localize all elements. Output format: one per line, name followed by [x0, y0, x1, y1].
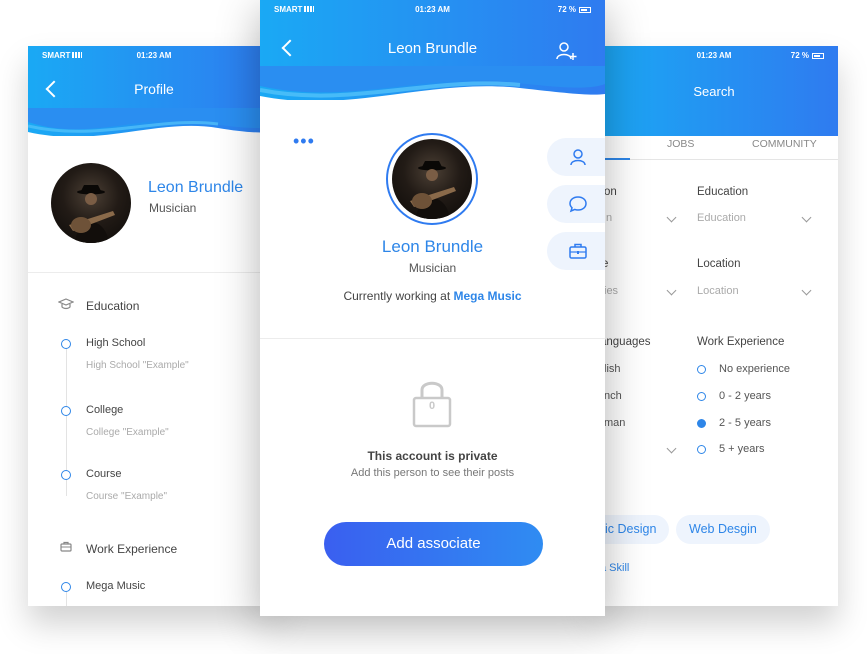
work-title: Work Experience	[86, 542, 178, 556]
radio-label: 2 - 5 years	[719, 417, 771, 429]
lock-number: 0	[428, 400, 436, 412]
chevron-down-icon[interactable]	[666, 212, 677, 223]
private-subtitle: Add this person to see their posts	[350, 467, 515, 479]
avatar-image	[392, 139, 472, 219]
education-item-subtitle: College "Example"	[86, 427, 169, 438]
skill-chip[interactable]: Web Desgin	[676, 515, 770, 544]
divider	[260, 338, 605, 339]
work-timeline	[66, 591, 67, 606]
tab-bar: JOBS COMMUNITY	[590, 124, 838, 160]
private-title: This account is private	[367, 449, 498, 463]
chevron-down-icon[interactable]	[666, 443, 677, 454]
page-title: Search	[693, 84, 735, 99]
tab-community[interactable]: COMMUNITY	[752, 138, 817, 150]
field-value-partial: n	[606, 212, 613, 224]
side-tab-profile[interactable]	[547, 138, 605, 176]
education-label: Education	[697, 186, 749, 198]
more-options-icon[interactable]: •••	[293, 132, 315, 150]
divider	[28, 272, 280, 273]
radio-label: No experience	[719, 363, 790, 375]
timeline-dot	[61, 339, 71, 349]
current-work-prefix: Currently working at	[343, 289, 454, 303]
briefcase-icon	[569, 243, 587, 259]
profile-screen: SMART 01:23 AM Profile Leon Brundle Musi…	[28, 46, 280, 606]
education-item-title: Course	[86, 468, 122, 480]
status-time: 01:23 AM	[136, 51, 172, 60]
radio-2-5-years[interactable]	[697, 419, 706, 428]
chevron-down-icon[interactable]	[801, 285, 812, 296]
language-option[interactable]: lish	[604, 363, 621, 375]
chevron-down-icon[interactable]	[666, 285, 677, 296]
add-associate-button[interactable]: Add associate	[324, 522, 543, 566]
location-select[interactable]: Location	[697, 285, 739, 297]
battery-label: 72 %	[557, 5, 576, 14]
tab-jobs[interactable]: JOBS	[667, 138, 694, 150]
profile-name: Leon Brundle	[148, 179, 244, 196]
private-profile-screen: SMART 01:23 AM 72 % Leon Brundle ••• Leo…	[260, 0, 605, 616]
location-label: Location	[697, 258, 741, 270]
radio-label: 5 + years	[719, 443, 765, 455]
battery-icon	[812, 53, 824, 59]
radio-5-plus-years[interactable]	[697, 445, 706, 454]
page-title: Profile	[134, 81, 174, 97]
education-item-subtitle: High School "Example"	[86, 360, 189, 371]
profile-role: Musician	[149, 201, 197, 215]
radio-no-experience[interactable]	[697, 365, 706, 374]
timeline-dot	[61, 582, 71, 592]
avatar	[51, 163, 131, 243]
language-option[interactable]: man	[604, 417, 625, 429]
status-bar: SMART 01:23 AM	[28, 46, 280, 64]
header-wave	[260, 66, 605, 110]
side-tab-message[interactable]	[547, 185, 605, 223]
field-value-partial: ies	[604, 285, 619, 297]
education-item-subtitle: Course "Example"	[86, 491, 168, 502]
chat-bubble-icon	[569, 196, 587, 213]
stage: SMART 01:23 AM Profile Leon Brundle Musi…	[0, 0, 867, 654]
language-option[interactable]: nch	[604, 390, 622, 402]
status-bar: SMART 01:23 AM 72 %	[260, 0, 605, 18]
side-tab-jobs[interactable]	[547, 232, 605, 270]
chevron-down-icon[interactable]	[801, 212, 812, 223]
work-experience-label: Work Experience	[697, 336, 785, 348]
add-user-icon[interactable]	[555, 40, 577, 62]
current-work: Currently working at Mega Music	[260, 289, 605, 303]
header-wave	[28, 108, 280, 142]
education-item-title: College	[86, 404, 124, 416]
current-company-link[interactable]: Mega Music	[454, 289, 522, 303]
timeline-dot	[61, 470, 71, 480]
side-action-tabs	[547, 138, 605, 279]
briefcase-icon	[60, 541, 72, 552]
education-item-title: High School	[86, 337, 146, 349]
battery-label: 72 %	[790, 51, 809, 60]
radio-label: 0 - 2 years	[719, 390, 771, 402]
languages-label-partial: anguages	[600, 336, 651, 348]
education-select[interactable]: Education	[697, 212, 746, 224]
education-title: Education	[86, 299, 140, 313]
page-title: Leon Brundle	[387, 40, 478, 57]
work-item-title: Mega Music	[86, 580, 146, 592]
search-screen: 01:23 AM 72 % Search JOBS COMMUNITY on n…	[590, 46, 838, 606]
timeline-dot	[61, 406, 71, 416]
field-label-partial: on	[604, 186, 617, 198]
status-bar: 01:23 AM 72 %	[590, 46, 838, 64]
status-time: 01:23 AM	[415, 5, 450, 14]
battery-icon	[579, 7, 591, 13]
user-icon	[570, 149, 586, 166]
radio-0-2-years[interactable]	[697, 392, 706, 401]
avatar	[386, 133, 478, 225]
search-header: 01:23 AM 72 % Search	[590, 46, 838, 136]
graduation-cap-icon	[58, 298, 74, 310]
